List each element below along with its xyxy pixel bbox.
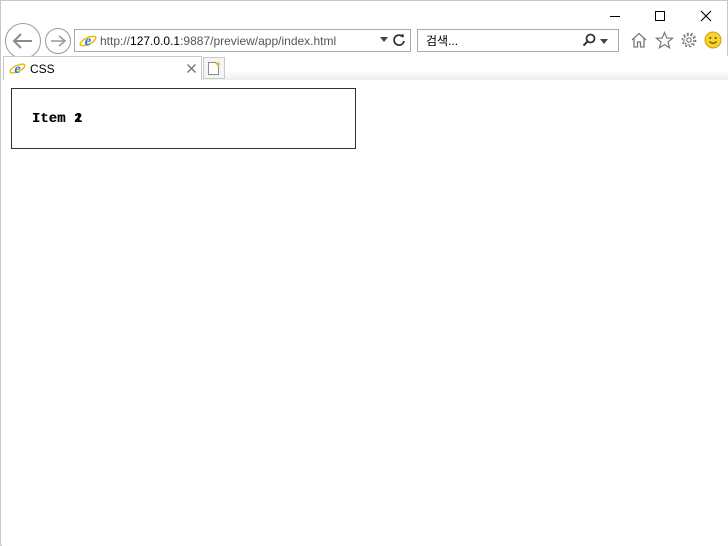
arrow-right-icon [51,35,67,47]
favorites-button[interactable] [654,30,674,50]
tools-button[interactable] [679,30,699,50]
search-icon[interactable] [582,33,596,47]
page-content: Item 1 Item 2 [2,80,728,546]
item-container: Item 1 Item 2 [11,88,356,149]
address-bar[interactable]: e http://127.0.0.1:9887/preview/app/inde… [74,29,411,52]
address-url[interactable]: http://127.0.0.1:9887/preview/app/index.… [100,34,372,48]
close-button[interactable] [683,1,728,31]
home-button[interactable] [629,30,649,50]
home-icon [631,32,647,48]
search-dropdown-icon[interactable] [600,39,608,44]
minimize-icon [610,15,620,17]
tab-close-button[interactable] [185,62,197,74]
search-input[interactable]: 검색... [426,32,576,49]
tab-strip: e CSS [2,56,728,80]
browser-window: e http://127.0.0.1:9887/preview/app/inde… [0,0,728,546]
refresh-icon[interactable] [392,33,406,47]
svg-text:e: e [14,61,20,77]
forward-button[interactable] [45,28,71,54]
gear-icon [681,32,697,48]
feedback-button[interactable] [703,30,723,50]
ie-logo-icon: e [9,61,26,77]
ie-logo-icon: e [79,33,97,49]
close-icon [700,10,712,22]
minimize-button[interactable] [592,1,638,31]
star-icon [654,30,674,49]
arrow-left-icon [12,33,32,49]
tab-title: CSS [30,61,55,76]
address-dropdown-icon[interactable] [380,37,388,42]
svg-text:e: e [85,33,92,49]
maximize-icon [655,11,665,21]
search-box[interactable]: 검색... [417,29,619,52]
close-icon [186,63,196,73]
new-tab-icon [208,61,221,75]
item-label-2: Item 2 [32,111,83,127]
maximize-button[interactable] [637,1,683,31]
smiley-icon [704,31,722,49]
back-button[interactable] [5,23,41,59]
tab-css[interactable]: e CSS [3,56,202,80]
new-tab-button[interactable] [203,57,225,79]
